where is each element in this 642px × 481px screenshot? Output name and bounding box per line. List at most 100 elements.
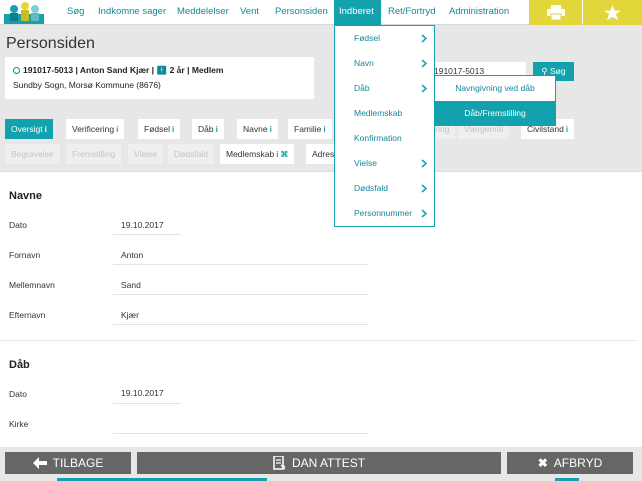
cancel-button-label: AFBRYD — [553, 456, 603, 470]
print-button[interactable] — [529, 0, 582, 25]
info-icon: i — [565, 125, 569, 134]
menu-item-label: Konfirmation — [354, 133, 402, 143]
menu-item-label: Medlemskab — [354, 108, 403, 118]
page-title: Personsiden — [6, 35, 95, 52]
content-panel: Navne Dato 19.10.2017 Fornavn Anton Mell… — [0, 171, 642, 447]
top-navigation: Søg Indkomne sager Meddelelser Vent Pers… — [0, 0, 642, 25]
menu-item-konfirmation[interactable]: Konfirmation — [335, 126, 434, 151]
tab-navne[interactable]: Navne i — [237, 119, 278, 139]
info-icon: i — [269, 125, 272, 134]
section-divider — [0, 340, 636, 341]
tab-begravelse[interactable]: Begravelse — [5, 144, 60, 164]
field-underline — [113, 433, 368, 434]
menu-item-foedsel[interactable]: Fødsel — [335, 26, 434, 51]
tab-verificering[interactable]: Verificering i — [66, 119, 125, 139]
person-summary-prefix: 191017-5013 | Anton Sand Kjær | — [23, 65, 155, 75]
nav-meddelelser[interactable]: Meddelelser — [177, 0, 229, 25]
menu-item-medlemskab[interactable]: Medlemskab — [335, 101, 434, 126]
indberet-dropdown: Fødsel Navn Dåb Medlemskab Konfirmation … — [334, 25, 435, 227]
expand-icon[interactable] — [13, 67, 20, 74]
tab-label: Vielse — [134, 149, 157, 159]
chevron-right-icon — [421, 184, 427, 193]
chevron-right-icon — [421, 59, 427, 68]
field-value-efternavn: Kjær — [121, 310, 139, 320]
tab-doedsfald[interactable]: Dødsfald — [168, 144, 215, 164]
tab-label: Familie — [294, 124, 322, 134]
field-label-daab-dato: Dato — [9, 389, 27, 399]
tab-label: Dødsfald — [174, 149, 209, 159]
nav-ret-fortryd[interactable]: Ret/Fortryd — [388, 0, 436, 25]
field-label-fornavn: Fornavn — [9, 250, 41, 260]
tab-daab[interactable]: Dåb i — [192, 119, 224, 139]
submenu-daab-fremstilling[interactable]: Dåb/Fremstilling — [435, 101, 555, 126]
person-summary-suffix: 2 år | Medlem — [169, 65, 224, 75]
tab-label: Fødsel — [144, 124, 170, 134]
field-label-kirke: Kirke — [9, 419, 29, 429]
tab-medlemskab[interactable]: Medlemskab i ⌘ — [220, 144, 295, 164]
person-icon: 🚹︎ — [156, 65, 168, 75]
nav-soeg[interactable]: Søg — [67, 0, 84, 25]
tab-oversigt[interactable]: Oversigt i — [5, 119, 53, 139]
menu-item-label: Fødsel — [354, 33, 380, 43]
menu-item-daab[interactable]: Dåb — [335, 76, 434, 101]
section-title-navne: Navne — [9, 190, 43, 202]
person-location: Sundby Sogn, Morsø Kommune (8676) — [13, 80, 161, 90]
info-icon: i — [44, 125, 47, 134]
nav-vent[interactable]: Vent — [240, 0, 259, 25]
tab-familie[interactable]: Familie i — [288, 119, 332, 139]
nav-indkomne-sager[interactable]: Indkomne sager — [98, 0, 166, 25]
field-underline — [113, 294, 368, 295]
person-card: 191017-5013 | Anton Sand Kjær | 🚹︎ 2 år … — [5, 57, 314, 99]
menu-item-label: Dåb — [354, 83, 370, 93]
info-icon: i — [276, 150, 279, 159]
tab-label: Begravelse — [11, 149, 54, 159]
back-button[interactable]: TILBAGE — [5, 452, 131, 474]
tab-foedsel[interactable]: Fødsel i — [138, 119, 181, 139]
tab-label: Oversigt — [11, 124, 43, 134]
info-icon: i — [215, 125, 218, 134]
nav-personsiden[interactable]: Personsiden — [275, 0, 328, 25]
cancel-button[interactable]: ✖ AFBRYD — [507, 452, 633, 474]
info-icon: i — [116, 125, 119, 134]
menu-item-label: Navn — [354, 58, 374, 68]
field-value-mellemnavn: Sand — [121, 280, 141, 290]
nav-indberet[interactable]: Indberet — [334, 0, 381, 25]
menu-item-label: Dødsfald — [354, 183, 389, 193]
menu-item-vielse[interactable]: Vielse — [335, 151, 434, 176]
field-label-dato: Dato — [9, 220, 27, 230]
field-underline — [113, 403, 181, 404]
tab-label: Verificering — [72, 124, 115, 134]
chevron-right-icon — [421, 84, 427, 93]
menu-item-personnummer[interactable]: Personnummer — [335, 201, 434, 226]
star-icon — [604, 4, 621, 20]
tab-adresse[interactable]: Adres — [306, 144, 337, 164]
nav-administration[interactable]: Administration — [449, 0, 509, 25]
tab-label: Adres — [312, 149, 335, 159]
info-icon: i — [171, 125, 175, 134]
printer-icon — [546, 5, 565, 20]
daab-submenu: Navngivning ved dåb Dåb/Fremstilling — [434, 75, 556, 126]
document-icon — [273, 456, 286, 470]
logo-icon[interactable] — [4, 1, 44, 24]
field-label-efternavn: Efternavn — [9, 310, 46, 320]
section-title-daab: Dåb — [9, 359, 30, 371]
tab-label: Navne — [243, 124, 268, 134]
tab-fremstilling[interactable]: Fremstilling — [66, 144, 122, 164]
close-icon: ✖ — [537, 456, 548, 470]
create-certificate-button[interactable]: DAN ATTEST — [137, 452, 501, 474]
submenu-navngivning-ved-daab[interactable]: Navngivning ved dåb — [435, 76, 555, 101]
tab-label: Fremstilling — [72, 149, 116, 159]
field-value-dato: 19.10.2017 — [121, 220, 164, 230]
chevron-right-icon — [421, 34, 427, 43]
person-summary: 191017-5013 | Anton Sand Kjær | 🚹︎ 2 år … — [13, 65, 306, 76]
field-underline — [113, 324, 368, 325]
tab-vielse[interactable]: Vielse — [128, 144, 163, 164]
chevron-right-icon — [421, 159, 427, 168]
back-button-label: TILBAGE — [52, 456, 104, 470]
field-underline — [113, 264, 368, 265]
favorite-button[interactable] — [583, 0, 642, 25]
menu-item-doedsfald[interactable]: Dødsfald — [335, 176, 434, 201]
tab-label: Medlemskab — [226, 149, 275, 159]
menu-item-label: Vielse — [354, 158, 377, 168]
menu-item-navn[interactable]: Navn — [335, 51, 434, 76]
